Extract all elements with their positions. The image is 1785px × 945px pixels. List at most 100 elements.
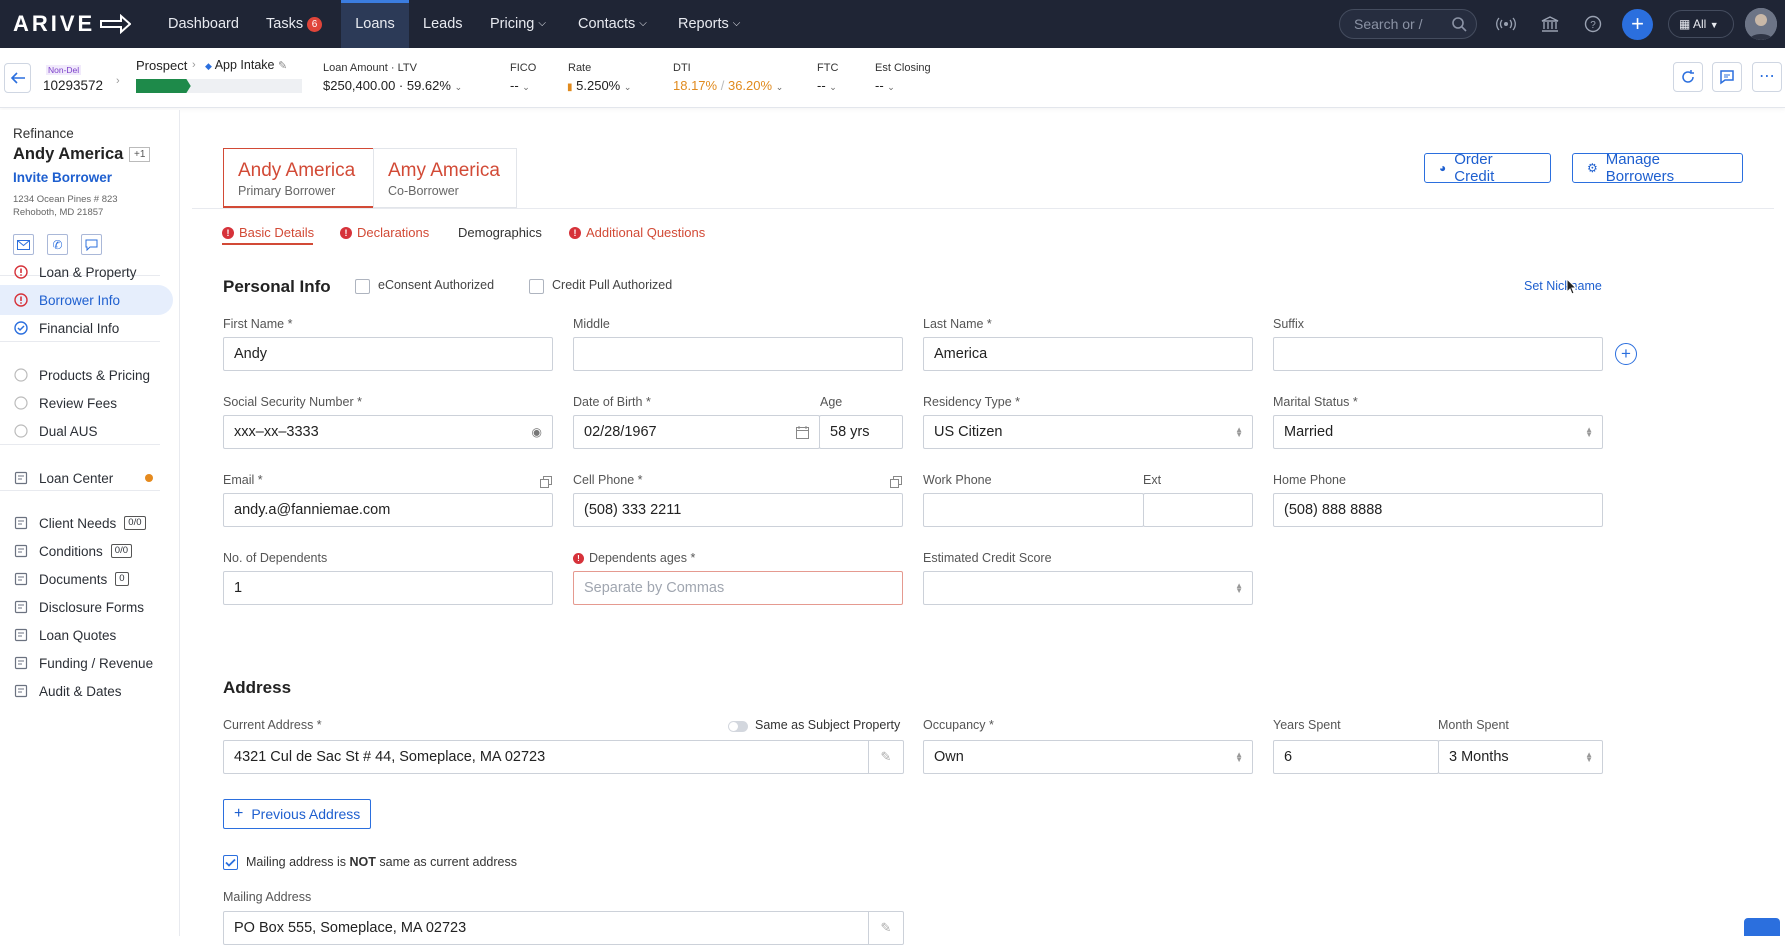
subtab-basic-details[interactable]: ! Basic Details (222, 225, 314, 240)
nav-pricing[interactable]: Pricing ⌵ (490, 0, 546, 48)
borrower-tab-primary[interactable]: Andy America Primary Borrower (223, 148, 374, 208)
subtab-demographics[interactable]: Demographics (458, 225, 542, 240)
nav-reports[interactable]: Reports ⌵ (678, 0, 740, 48)
sidebar-item-conditions[interactable]: Conditions 0/0 (0, 536, 173, 566)
dti-value[interactable]: 18.17% / 36.20% ⌄ (673, 78, 783, 93)
add-field-plus-icon[interactable]: + (1615, 343, 1637, 365)
add-plus-button[interactable]: + (1622, 9, 1653, 40)
sidebar-item-client-needs[interactable]: Client Needs 0/0 (0, 508, 173, 538)
sidebar-item-documents[interactable]: Documents 0 (0, 564, 173, 594)
email-action-button[interactable] (13, 234, 34, 255)
nav-contacts[interactable]: Contacts ⌵ (578, 0, 647, 48)
econsent-checkbox[interactable] (355, 279, 370, 294)
set-nickname-link[interactable]: Set Nickname (1524, 279, 1602, 293)
mailing-not-same-checkbox[interactable] (223, 855, 238, 870)
broadcast-icon[interactable] (1494, 12, 1518, 36)
dob-input[interactable]: 02/28/1967 (573, 415, 820, 449)
select-arrows-icon: ▲ ▼ (1235, 425, 1243, 439)
calendar-icon[interactable] (796, 426, 809, 439)
nav-loans[interactable]: Loans (341, 0, 409, 48)
sidebar-item-review-fees[interactable]: Review Fees (0, 388, 173, 418)
subtab-declarations[interactable]: ! Declarations (340, 225, 429, 240)
edit-mailing-button[interactable]: ✎ (868, 912, 903, 944)
manage-borrowers-button[interactable]: ⚙ Manage Borrowers (1572, 151, 1743, 185)
edit-address-button[interactable]: ✎ (868, 741, 903, 773)
copy-icon[interactable] (540, 476, 552, 488)
floating-help-button[interactable] (1744, 918, 1780, 936)
stage-app-intake-label: App Intake (214, 58, 275, 72)
marital-value: Married (1284, 424, 1334, 440)
user-avatar[interactable] (1745, 8, 1777, 40)
rate-value[interactable]: ▮ 5.250% ⌄ (567, 78, 631, 93)
ltv-label: LTV (397, 62, 417, 74)
search-input[interactable]: Search or / (1339, 9, 1477, 39)
subtab-additional-questions[interactable]: ! Additional Questions (569, 225, 705, 240)
chat-action-button[interactable] (81, 234, 102, 255)
sidebar-item-financial-info[interactable]: Financial Info (0, 313, 173, 343)
months-spent-select[interactable]: 3 Months ▲ ▼ (1438, 740, 1603, 774)
marital-select[interactable]: Married ▲ ▼ (1273, 415, 1603, 449)
middle-name-input[interactable] (573, 337, 903, 371)
sidebar-item-funding-revenue[interactable]: Funding / Revenue (0, 648, 173, 678)
mailing-address-input[interactable]: PO Box 555, Someplace, MA 02723 ✎ (223, 911, 904, 945)
comments-button[interactable] (1712, 62, 1742, 92)
dependents-ages-input[interactable]: Separate by Commas (573, 571, 903, 605)
work-phone-input[interactable] (923, 493, 1144, 527)
invite-borrower-link[interactable]: Invite Borrower (13, 170, 112, 185)
order-credit-button[interactable]: ◕ Order Credit (1424, 151, 1551, 185)
sidebar-item-products-pricing[interactable]: Products & Pricing (0, 360, 173, 390)
edit-pencil-icon[interactable]: ✎ (278, 60, 287, 72)
phone-action-button[interactable]: ✆ (47, 234, 68, 255)
current-address-input[interactable]: 4321 Cul de Sac St # 44, Someplace, MA 0… (223, 740, 904, 774)
email-input[interactable]: andy.a@fanniemae.com (223, 493, 553, 527)
ftc-value[interactable]: -- ⌄ (817, 78, 837, 93)
help-icon[interactable]: ? (1581, 12, 1605, 36)
cell-phone-input[interactable]: (508) 333 2211 (573, 493, 903, 527)
sidebar-item-disclosure-forms[interactable]: Disclosure Forms (0, 592, 173, 622)
all-selector[interactable]: ▦ All ▼ (1668, 10, 1734, 38)
nav-tasks[interactable]: Tasks 6 (266, 0, 323, 48)
arive-logo[interactable]: ARIVE (13, 11, 132, 37)
more-options-button[interactable]: ⋯ (1752, 62, 1782, 92)
years-spent-input[interactable]: 6 (1273, 740, 1439, 774)
nav-dashboard[interactable]: Dashboard (168, 0, 239, 48)
ext-input[interactable] (1143, 493, 1253, 527)
back-button[interactable] (4, 63, 31, 93)
plus-count-badge[interactable]: +1 (129, 147, 151, 162)
sidebar-item-audit-dates[interactable]: Audit & Dates (0, 676, 173, 706)
ssn-input[interactable]: xxx–xx–3333 ◉ (223, 415, 553, 449)
stage-prospect[interactable]: Prospect (136, 58, 187, 73)
home-phone-input[interactable]: (508) 888 8888 (1273, 493, 1603, 527)
loan-number[interactable]: 10293572 (43, 78, 103, 93)
sidebar-item-dual-aus[interactable]: Dual AUS (0, 416, 173, 446)
nav-leads[interactable]: Leads (423, 0, 463, 48)
fico-value[interactable]: -- ⌄ (510, 78, 530, 93)
credit-score-select[interactable]: ▲ ▼ (923, 571, 1253, 605)
est-closing-value[interactable]: -- ⌄ (875, 78, 895, 93)
current-address-label: Current Address * (223, 718, 322, 732)
sidebar-item-borrower-info[interactable]: Borrower Info (0, 285, 173, 315)
borrower-tab-co[interactable]: Amy America Co-Borrower (373, 148, 517, 208)
loan-amount-ltv-value[interactable]: $250,400.00 · 59.62% ⌄ (323, 78, 462, 93)
bank-icon[interactable] (1538, 12, 1562, 36)
residency-select[interactable]: US Citizen ▲ ▼ (923, 415, 1253, 449)
last-name-input[interactable]: America (923, 337, 1253, 371)
same-as-subject-toggle[interactable] (728, 721, 748, 732)
suffix-input[interactable] (1273, 337, 1603, 371)
credit-pull-label: Credit Pull Authorized (552, 278, 673, 292)
occupancy-select[interactable]: Own ▲ ▼ (923, 740, 1253, 774)
previous-address-button[interactable]: + Previous Address (223, 799, 372, 829)
stage-app-intake[interactable]: ◆ App Intake ✎ (205, 58, 287, 72)
refresh-button[interactable] (1673, 62, 1703, 92)
first-name-input[interactable]: Andy (223, 337, 553, 371)
eye-icon[interactable]: ◉ (532, 416, 542, 448)
sidebar-item-count: 0/0 (110, 544, 133, 558)
sidebar-item-loan-center[interactable]: Loan Center (0, 463, 173, 493)
dependents-input[interactable]: 1 (223, 571, 553, 605)
sidebar-item-loan-property[interactable]: Loan & Property (0, 257, 173, 287)
sidebar-item-label: Audit & Dates (39, 683, 122, 699)
credit-pull-checkbox[interactable] (529, 279, 544, 294)
sidebar-item-loan-quotes[interactable]: Loan Quotes (0, 620, 173, 650)
copy-icon[interactable] (890, 476, 902, 488)
pencil-icon: ✎ (880, 749, 892, 764)
